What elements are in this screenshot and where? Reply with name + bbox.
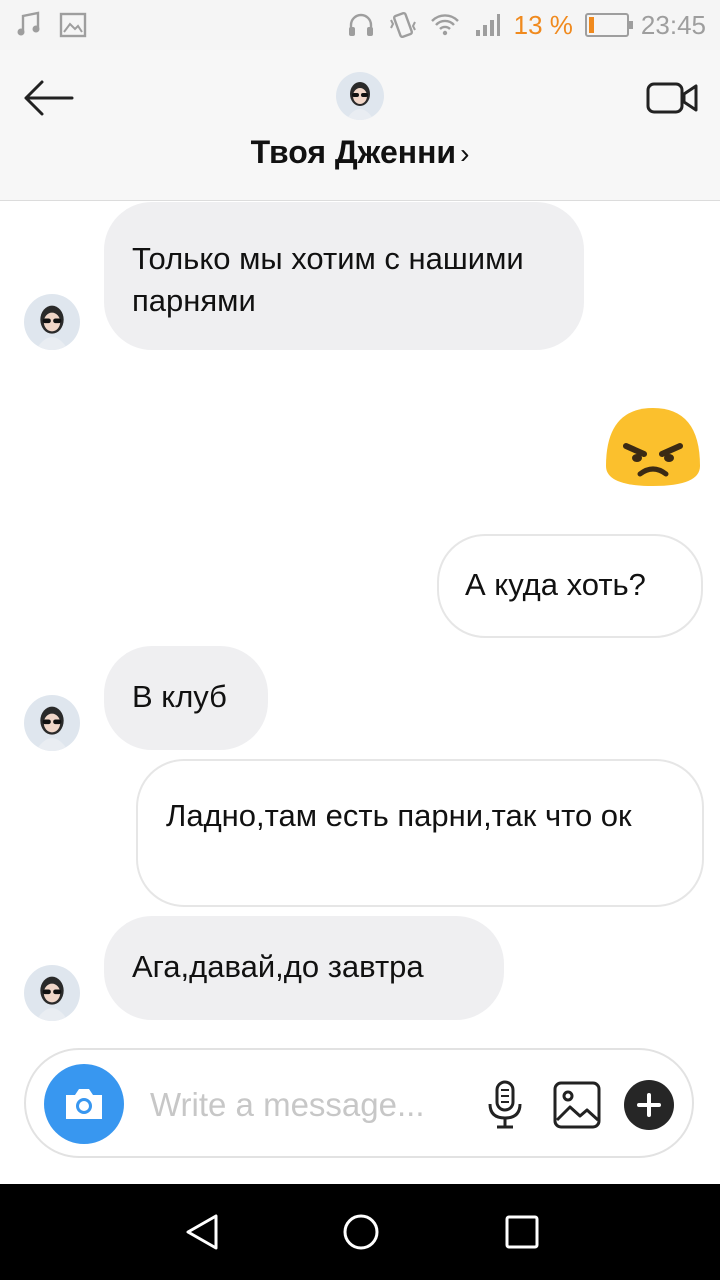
contact-avatar[interactable]: [24, 294, 80, 350]
add-button[interactable]: [624, 1080, 674, 1130]
angry-face-emoji[interactable]: [604, 406, 702, 488]
battery-percent: 13 %: [513, 9, 573, 40]
message-text: Ага,давай,до завтра: [132, 949, 424, 984]
contact-avatar[interactable]: [24, 965, 80, 1021]
incoming-message[interactable]: Только мы хотим с нашими парнями: [104, 202, 584, 350]
camera-button[interactable]: [44, 1064, 124, 1144]
microphone-icon[interactable]: [486, 1080, 524, 1130]
vibrate-icon: [389, 11, 416, 39]
chevron-right-icon: ›: [460, 138, 470, 169]
message-list: Только мы хотим с нашими парнями А куда …: [0, 201, 720, 1043]
gallery-icon[interactable]: [552, 1080, 602, 1130]
clock: 23:45: [640, 9, 706, 40]
camera-icon: [66, 1089, 102, 1119]
battery-icon: [584, 13, 633, 37]
message-text: Только мы хотим с нашими парнями: [132, 241, 524, 318]
incoming-message[interactable]: В клуб: [104, 646, 268, 750]
video-call-icon[interactable]: [646, 78, 698, 118]
message-input[interactable]: [148, 1078, 472, 1132]
contact-name: Твоя Дженни: [250, 134, 457, 170]
status-bar: 13 % 23:45: [0, 0, 720, 50]
image-icon: [59, 12, 87, 38]
message-text: Ладно,там есть парни,так что ок: [166, 798, 632, 833]
system-nav-bar: [0, 1184, 720, 1280]
nav-home-icon[interactable]: [341, 1212, 381, 1252]
signal-icon: [475, 14, 500, 36]
message-composer: [24, 1048, 694, 1158]
outgoing-message[interactable]: Ладно,там есть парни,так что ок: [136, 759, 704, 907]
plus-icon: [637, 1093, 661, 1117]
chat-title[interactable]: Твоя Дженни ›: [0, 134, 720, 171]
message-text: А куда хоть?: [465, 567, 646, 602]
incoming-message[interactable]: Ага,давай,до завтра: [104, 916, 504, 1020]
nav-back-icon[interactable]: [182, 1212, 222, 1252]
wifi-icon: [430, 14, 459, 36]
message-text: В клуб: [132, 679, 227, 714]
header-avatar[interactable]: [336, 72, 384, 120]
music-icon: [17, 11, 40, 36]
nav-recents-icon[interactable]: [502, 1212, 542, 1252]
outgoing-message[interactable]: А куда хоть?: [437, 534, 703, 638]
chat-header: Твоя Дженни ›: [0, 50, 720, 201]
back-arrow-icon[interactable]: [20, 78, 76, 118]
contact-avatar[interactable]: [24, 695, 80, 751]
headphones-icon: [348, 13, 373, 36]
